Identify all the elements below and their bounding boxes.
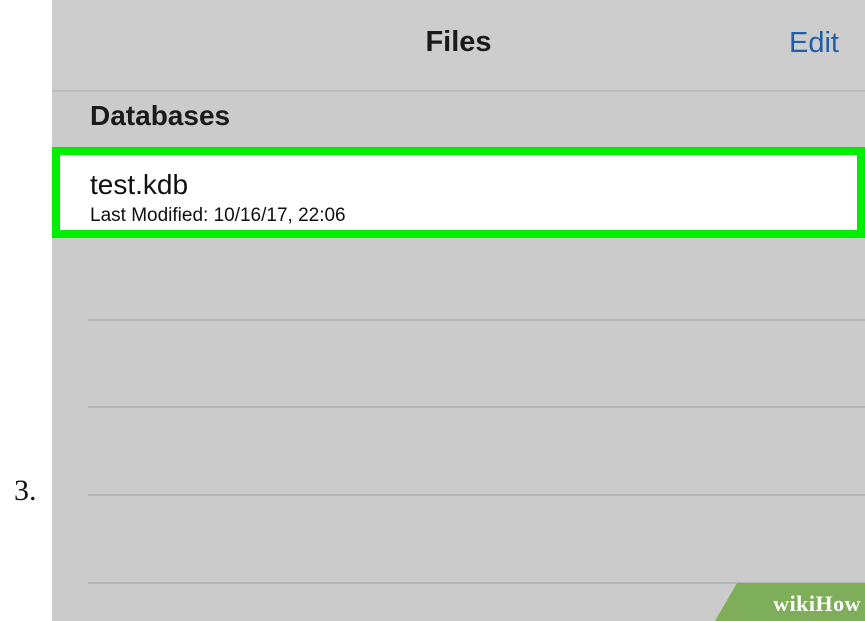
row-divider [88,319,865,321]
step-number: 3. [14,474,37,507]
file-name: test.kdb [90,169,189,200]
file-row-test-kdb[interactable]: test.kdb Last Modified: 10/16/17, 22:06 [52,147,865,238]
watermark-text-wiki: wiki [773,591,816,616]
nav-title: Files [425,26,492,58]
watermark-text-how: How [815,591,861,616]
navigation-bar: Files Edit [52,0,865,92]
wikihow-watermark: wikiHow [715,583,865,621]
section-header-databases: Databases [90,100,231,131]
watermark-logo-text: wikiHow [773,591,861,617]
edit-button[interactable]: Edit [789,27,839,60]
file-last-modified: Last Modified: 10/16/17, 22:06 [90,205,346,226]
row-divider [88,406,865,408]
files-screen: Files Edit Databases test.kdb Last Modif… [52,0,865,621]
row-divider [88,494,865,496]
